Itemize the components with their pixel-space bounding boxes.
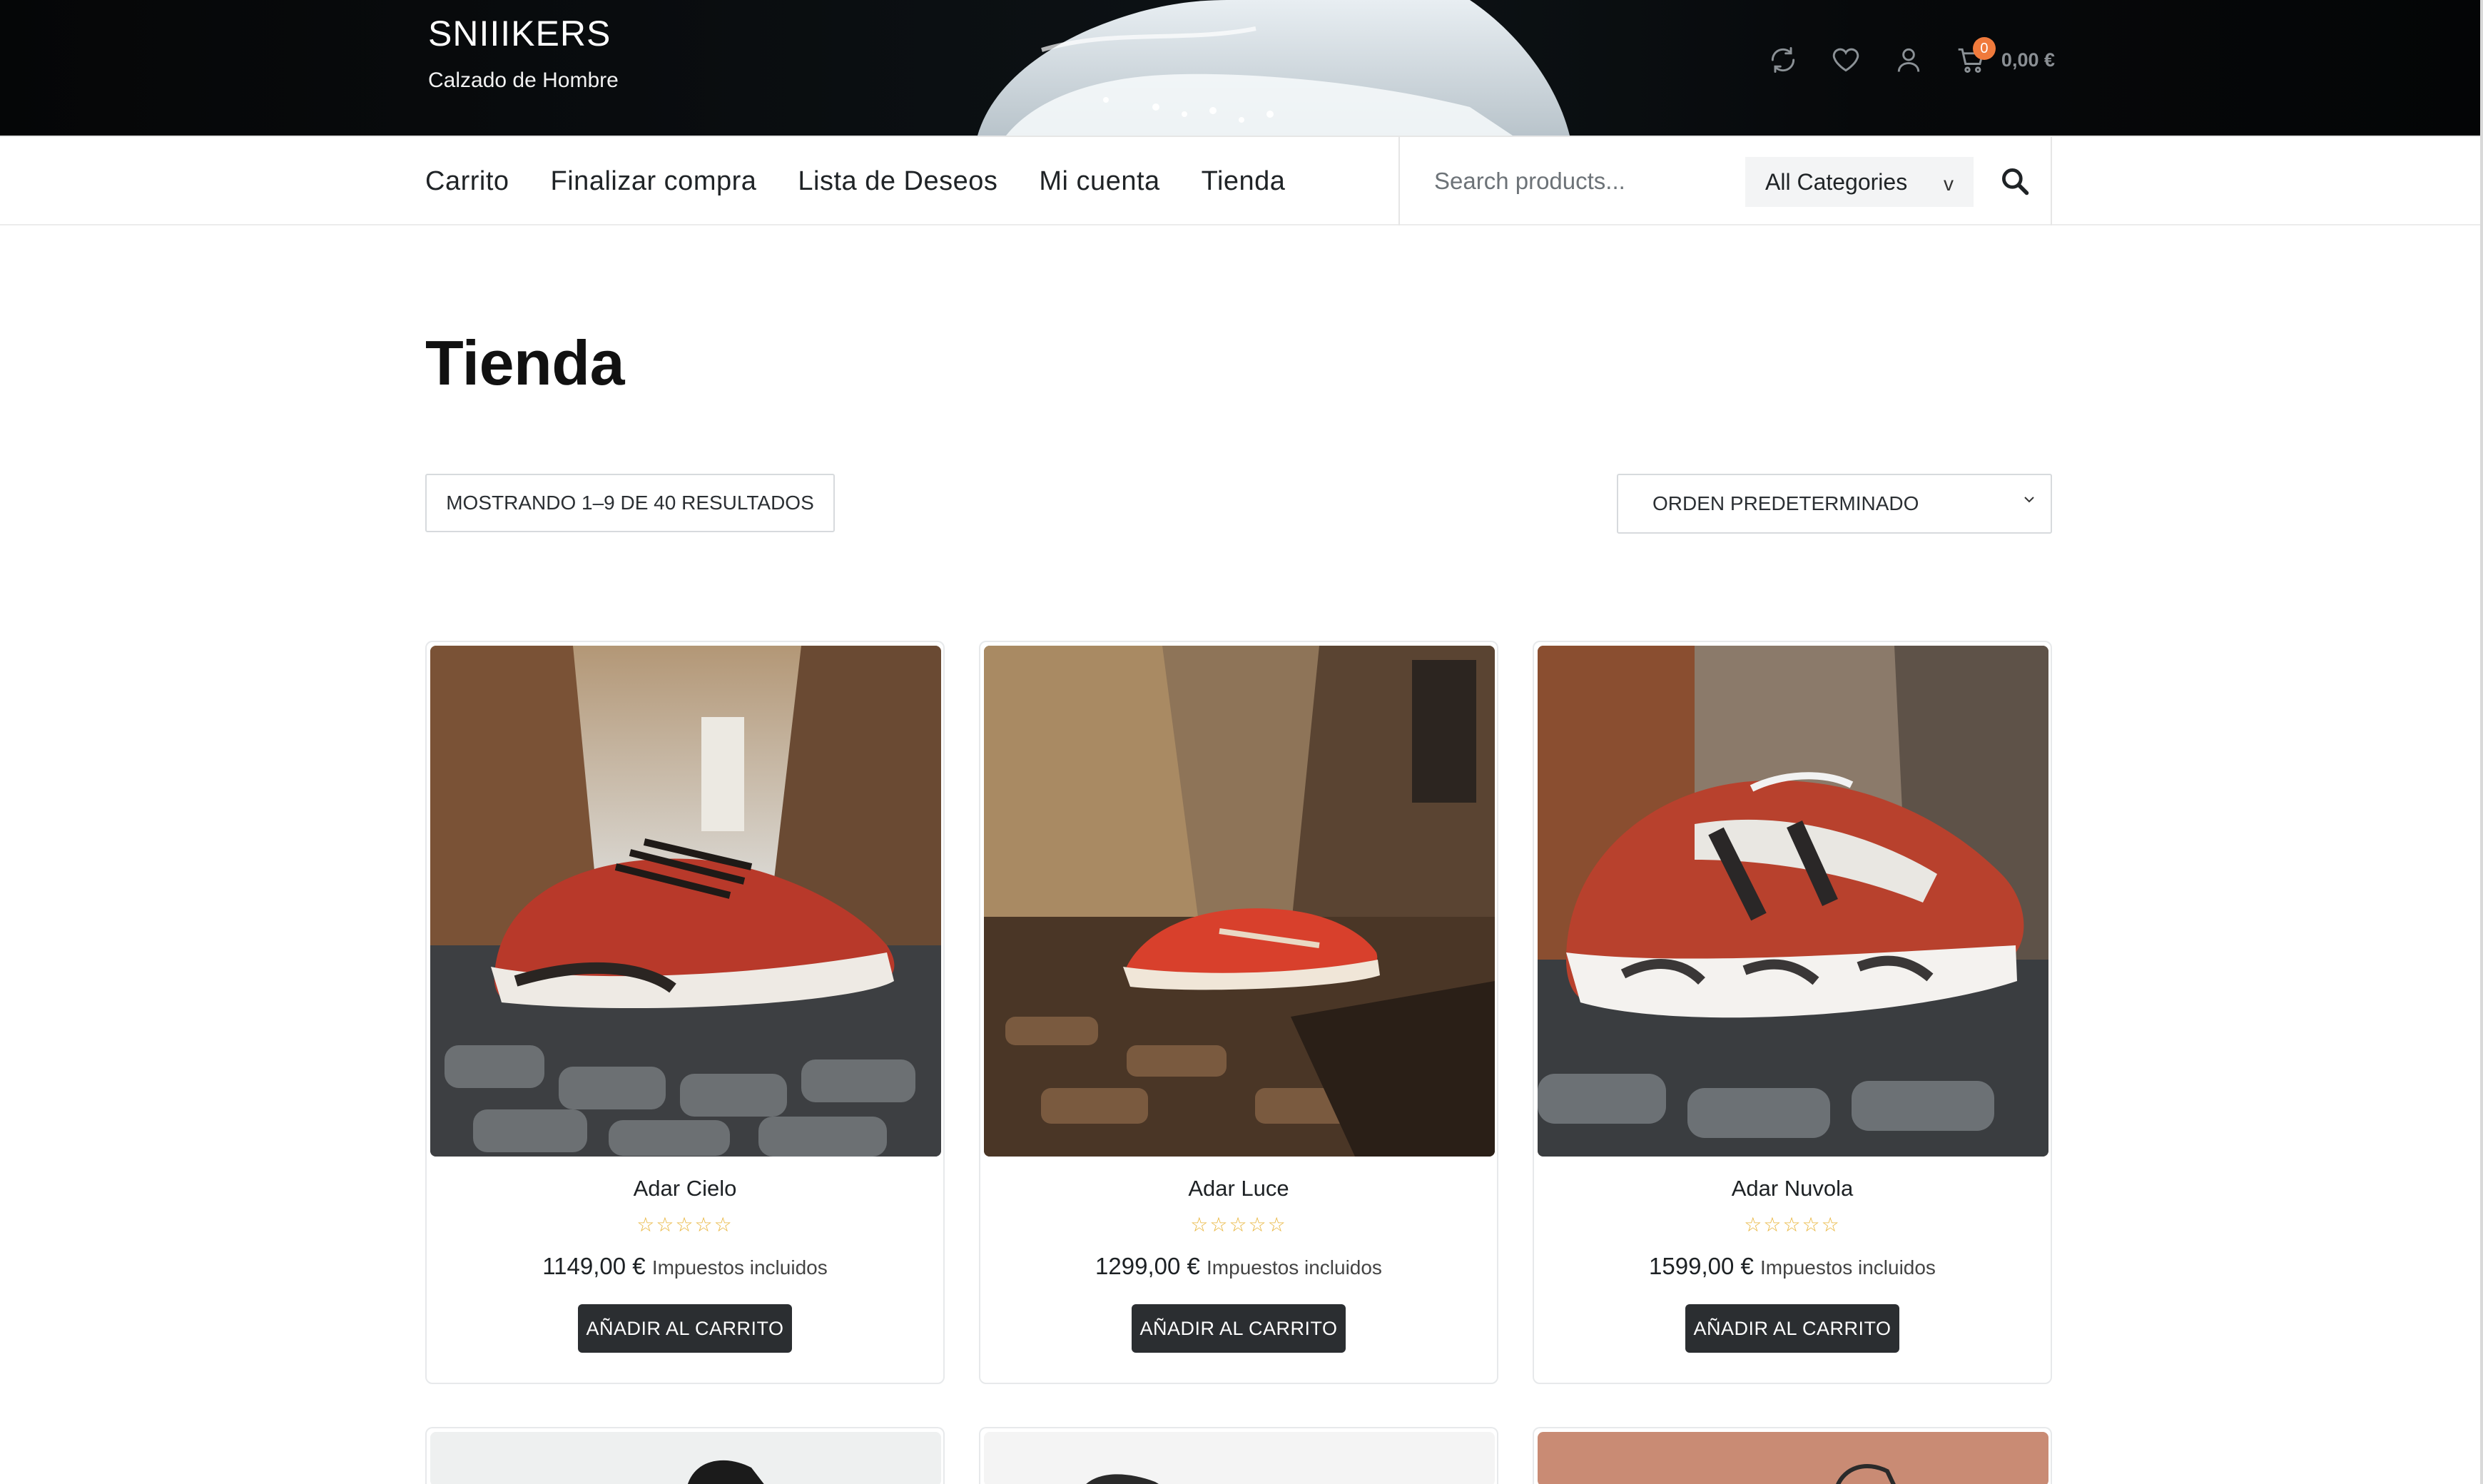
category-select-label: All Categories bbox=[1765, 168, 1908, 195]
product-image[interactable] bbox=[430, 646, 941, 1157]
nav-item-carrito[interactable]: Carrito bbox=[425, 166, 509, 197]
search-button[interactable] bbox=[1999, 166, 2031, 197]
rating-stars: ☆☆☆☆☆ bbox=[1744, 1214, 1841, 1236]
product-search: All Categories v bbox=[1398, 137, 2052, 225]
scrollbar[interactable] bbox=[2480, 0, 2483, 1484]
heart-icon[interactable] bbox=[1829, 43, 1863, 77]
search-input[interactable] bbox=[1434, 160, 1734, 203]
rating-stars: ☆☆☆☆☆ bbox=[1190, 1214, 1287, 1236]
tax-note: Impuestos incluidos bbox=[1760, 1256, 1936, 1279]
add-to-cart-button[interactable]: AÑADIR AL CARRITO bbox=[578, 1304, 792, 1353]
product-card bbox=[425, 1427, 945, 1484]
product-card: Adar Luce ☆☆☆☆☆ 1299,00 € Impuestos incl… bbox=[979, 641, 1498, 1384]
price-amount: 1149,00 € bbox=[542, 1253, 646, 1279]
product-image[interactable] bbox=[1538, 1432, 2048, 1484]
price-amount: 1599,00 € bbox=[1649, 1253, 1754, 1279]
category-select-arrow: v bbox=[1944, 173, 1954, 195]
nav-item-finalizar-compra[interactable]: Finalizar compra bbox=[551, 166, 757, 197]
product-price: 1599,00 € Impuestos incluidos bbox=[1534, 1253, 2051, 1280]
category-select[interactable]: All Categories v bbox=[1745, 157, 1974, 207]
result-count: MOSTRANDO 1–9 DE 40 RESULTADOS bbox=[425, 474, 835, 532]
product-card: Adar Nuvola ☆☆☆☆☆ 1599,00 € Impuestos in… bbox=[1533, 641, 2052, 1384]
cart-total: 0,00 € bbox=[2001, 49, 2055, 71]
nav-item-mi-cuenta[interactable]: Mi cuenta bbox=[1039, 166, 1159, 197]
product-card bbox=[979, 1427, 1498, 1484]
product-image[interactable] bbox=[1538, 646, 2048, 1157]
header-actions: 0 0,00 € bbox=[1766, 37, 2055, 83]
add-to-cart-button[interactable]: AÑADIR AL CARRITO bbox=[1685, 1304, 1899, 1353]
header-shoe-image bbox=[978, 0, 1570, 136]
product-price: 1299,00 € Impuestos incluidos bbox=[980, 1253, 1497, 1280]
nav-item-lista-de-deseos[interactable]: Lista de Deseos bbox=[798, 166, 997, 197]
brand: SNIIIKERS Calzado de Hombre bbox=[428, 13, 619, 93]
cart-count-badge: 0 bbox=[1972, 37, 1996, 60]
refresh-icon[interactable] bbox=[1766, 43, 1800, 77]
search-icon bbox=[2002, 168, 2029, 195]
orderby-select[interactable]: ORDEN PREDETERMINADO bbox=[1617, 474, 2052, 534]
product-card bbox=[1533, 1427, 2052, 1484]
orderby-label: ORDEN PREDETERMINADO bbox=[1652, 492, 1919, 514]
product-image[interactable] bbox=[984, 1432, 1495, 1484]
price-amount: 1299,00 € bbox=[1095, 1253, 1200, 1279]
rating-stars: ☆☆☆☆☆ bbox=[636, 1214, 733, 1236]
product-image[interactable] bbox=[430, 1432, 941, 1484]
product-image[interactable] bbox=[984, 646, 1495, 1157]
nav-menu: Carrito Finalizar compra Lista de Deseos… bbox=[425, 137, 1285, 225]
tax-note: Impuestos incluidos bbox=[1207, 1256, 1382, 1279]
product-name[interactable]: Adar Nuvola bbox=[1534, 1176, 2051, 1201]
tax-note: Impuestos incluidos bbox=[651, 1256, 828, 1279]
product-price: 1149,00 € Impuestos incluidos bbox=[427, 1253, 943, 1280]
mini-cart[interactable]: 0 0,00 € bbox=[1954, 37, 2055, 77]
product-name[interactable]: Adar Cielo bbox=[427, 1176, 943, 1201]
product-card: Adar Cielo ☆☆☆☆☆ 1149,00 € Impuestos inc… bbox=[425, 641, 945, 1384]
site-title[interactable]: SNIIIKERS bbox=[428, 13, 619, 54]
site-header: SNIIIKERS Calzado de Hombre 0 0,00 € bbox=[0, 0, 2483, 136]
user-icon[interactable] bbox=[1892, 43, 1926, 77]
page-title: Tienda bbox=[425, 327, 625, 398]
nav-item-tienda[interactable]: Tienda bbox=[1202, 166, 1286, 197]
chevron-down-icon bbox=[2024, 497, 2034, 503]
product-name[interactable]: Adar Luce bbox=[980, 1176, 1497, 1201]
main-navigation: Carrito Finalizar compra Lista de Deseos… bbox=[0, 136, 2483, 225]
site-tagline: Calzado de Hombre bbox=[428, 68, 619, 92]
add-to-cart-button[interactable]: AÑADIR AL CARRITO bbox=[1132, 1304, 1346, 1353]
